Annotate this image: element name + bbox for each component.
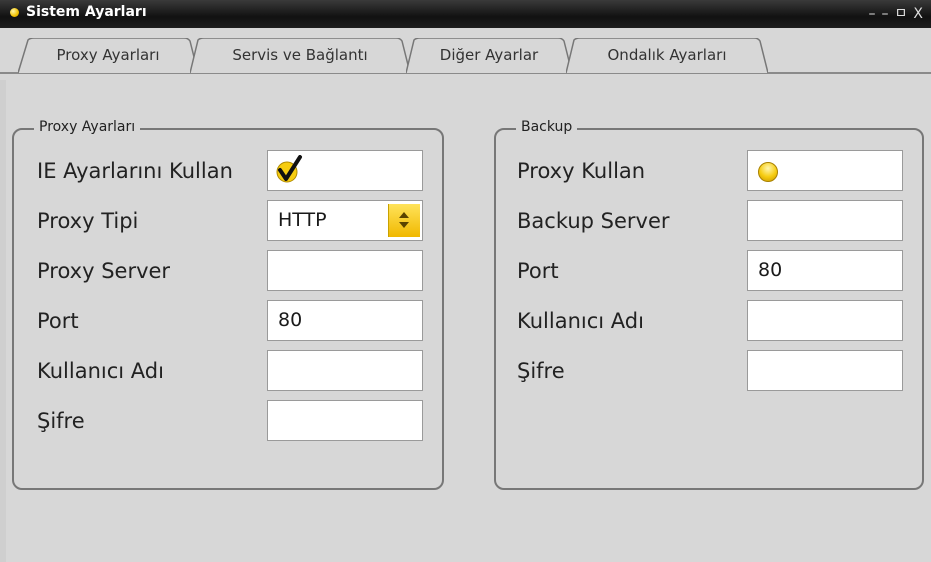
group-title: Backup bbox=[516, 119, 578, 135]
tab-service-connection[interactable]: Servis ve Bağlantı bbox=[190, 38, 410, 74]
tab-label: Proxy Ayarları bbox=[56, 46, 160, 64]
group-title: Proxy Ayarları bbox=[34, 119, 141, 135]
backup-server-field[interactable] bbox=[747, 200, 903, 241]
tab-proxy-settings[interactable]: Proxy Ayarları bbox=[18, 38, 198, 74]
checkmark-icon bbox=[276, 155, 302, 183]
port-label: Port bbox=[37, 309, 79, 333]
port-field[interactable]: 80 bbox=[267, 300, 423, 341]
window-left-edge bbox=[0, 80, 6, 562]
tab-other-settings[interactable]: Diğer Ayarlar bbox=[406, 38, 572, 74]
backup-username-field[interactable] bbox=[747, 300, 903, 341]
radio-button-icon bbox=[758, 162, 778, 182]
backup-username-label: Kullanıcı Adı bbox=[517, 309, 644, 333]
collapse-icon[interactable]: – bbox=[882, 6, 893, 22]
proxy-server-field[interactable] bbox=[267, 250, 423, 291]
minimize-icon[interactable]: – bbox=[869, 6, 880, 22]
username-label: Kullanıcı Adı bbox=[37, 359, 164, 383]
window-title: Sistem Ayarları bbox=[26, 4, 147, 20]
username-field[interactable] bbox=[267, 350, 423, 391]
proxy-type-label: Proxy Tipi bbox=[37, 209, 139, 233]
ie-settings-label: IE Ayarlarını Kullan bbox=[37, 159, 233, 183]
backup-password-field[interactable] bbox=[747, 350, 903, 391]
tab-label: Ondalık Ayarları bbox=[607, 46, 727, 64]
proxy-type-value: HTTP bbox=[278, 209, 327, 231]
backup-password-label: Şifre bbox=[517, 359, 565, 383]
restore-icon[interactable]: ㅁ bbox=[895, 3, 912, 23]
tab-label: Diğer Ayarlar bbox=[439, 46, 539, 64]
window-controls: – – ㅁ X bbox=[867, 3, 927, 23]
proxy-server-label: Proxy Server bbox=[37, 259, 171, 283]
backup-server-label: Backup Server bbox=[517, 209, 670, 233]
close-icon[interactable]: X bbox=[913, 6, 927, 22]
tab-label: Servis ve Bağlantı bbox=[232, 46, 368, 64]
select-arrows-icon[interactable] bbox=[388, 204, 420, 237]
tab-decimal-settings[interactable]: Ondalık Ayarları bbox=[566, 38, 768, 74]
password-label: Şifre bbox=[37, 409, 85, 433]
backup-port-field[interactable]: 80 bbox=[747, 250, 903, 291]
proxy-type-select[interactable]: HTTP bbox=[267, 200, 423, 241]
use-proxy-radio[interactable] bbox=[747, 150, 903, 191]
ie-settings-checkbox[interactable] bbox=[267, 150, 423, 191]
use-proxy-label: Proxy Kullan bbox=[517, 159, 646, 183]
updown-arrows-icon bbox=[399, 212, 409, 228]
password-field[interactable] bbox=[267, 400, 423, 441]
app-status-dot-icon bbox=[10, 8, 19, 17]
backup-port-label: Port bbox=[517, 259, 559, 283]
window-titlebar: Sistem Ayarları – – ㅁ X bbox=[0, 0, 931, 28]
